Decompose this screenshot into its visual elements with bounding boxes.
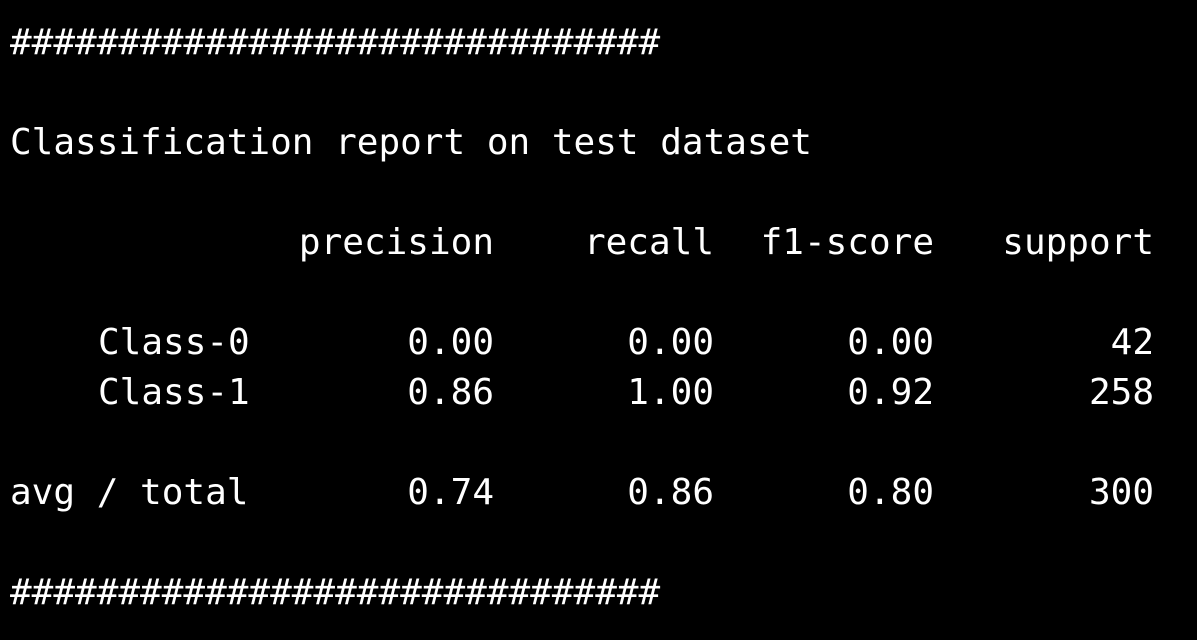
total-f1-score: 0.80 — [847, 472, 934, 513]
total-recall: 0.86 — [627, 472, 714, 513]
report-title: Classification report on test dataset — [10, 122, 812, 163]
separator-bottom: ############################## — [10, 572, 661, 613]
separator-top: ############################## — [10, 22, 661, 63]
row-f1-score: 0.92 — [847, 372, 934, 413]
row-recall: 1.00 — [627, 372, 714, 413]
row-support: 42 — [1110, 322, 1154, 363]
row-precision: 0.00 — [407, 322, 494, 363]
row-recall: 0.00 — [627, 322, 714, 363]
row-label: Class-0 — [98, 322, 250, 363]
row-support: 258 — [1088, 372, 1154, 413]
row-f1-score: 0.00 — [847, 322, 934, 363]
total-label: avg / total — [10, 472, 249, 513]
header-f1-score: f1-score — [760, 222, 934, 263]
header-support: support — [1002, 222, 1154, 263]
header-precision: precision — [298, 222, 494, 263]
row-precision: 0.86 — [407, 372, 494, 413]
total-support: 300 — [1088, 472, 1154, 513]
row-label: Class-1 — [98, 372, 250, 413]
header-recall: recall — [583, 222, 714, 263]
terminal-window: ############################## Classific… — [0, 0, 1197, 640]
total-precision: 0.74 — [407, 472, 494, 513]
